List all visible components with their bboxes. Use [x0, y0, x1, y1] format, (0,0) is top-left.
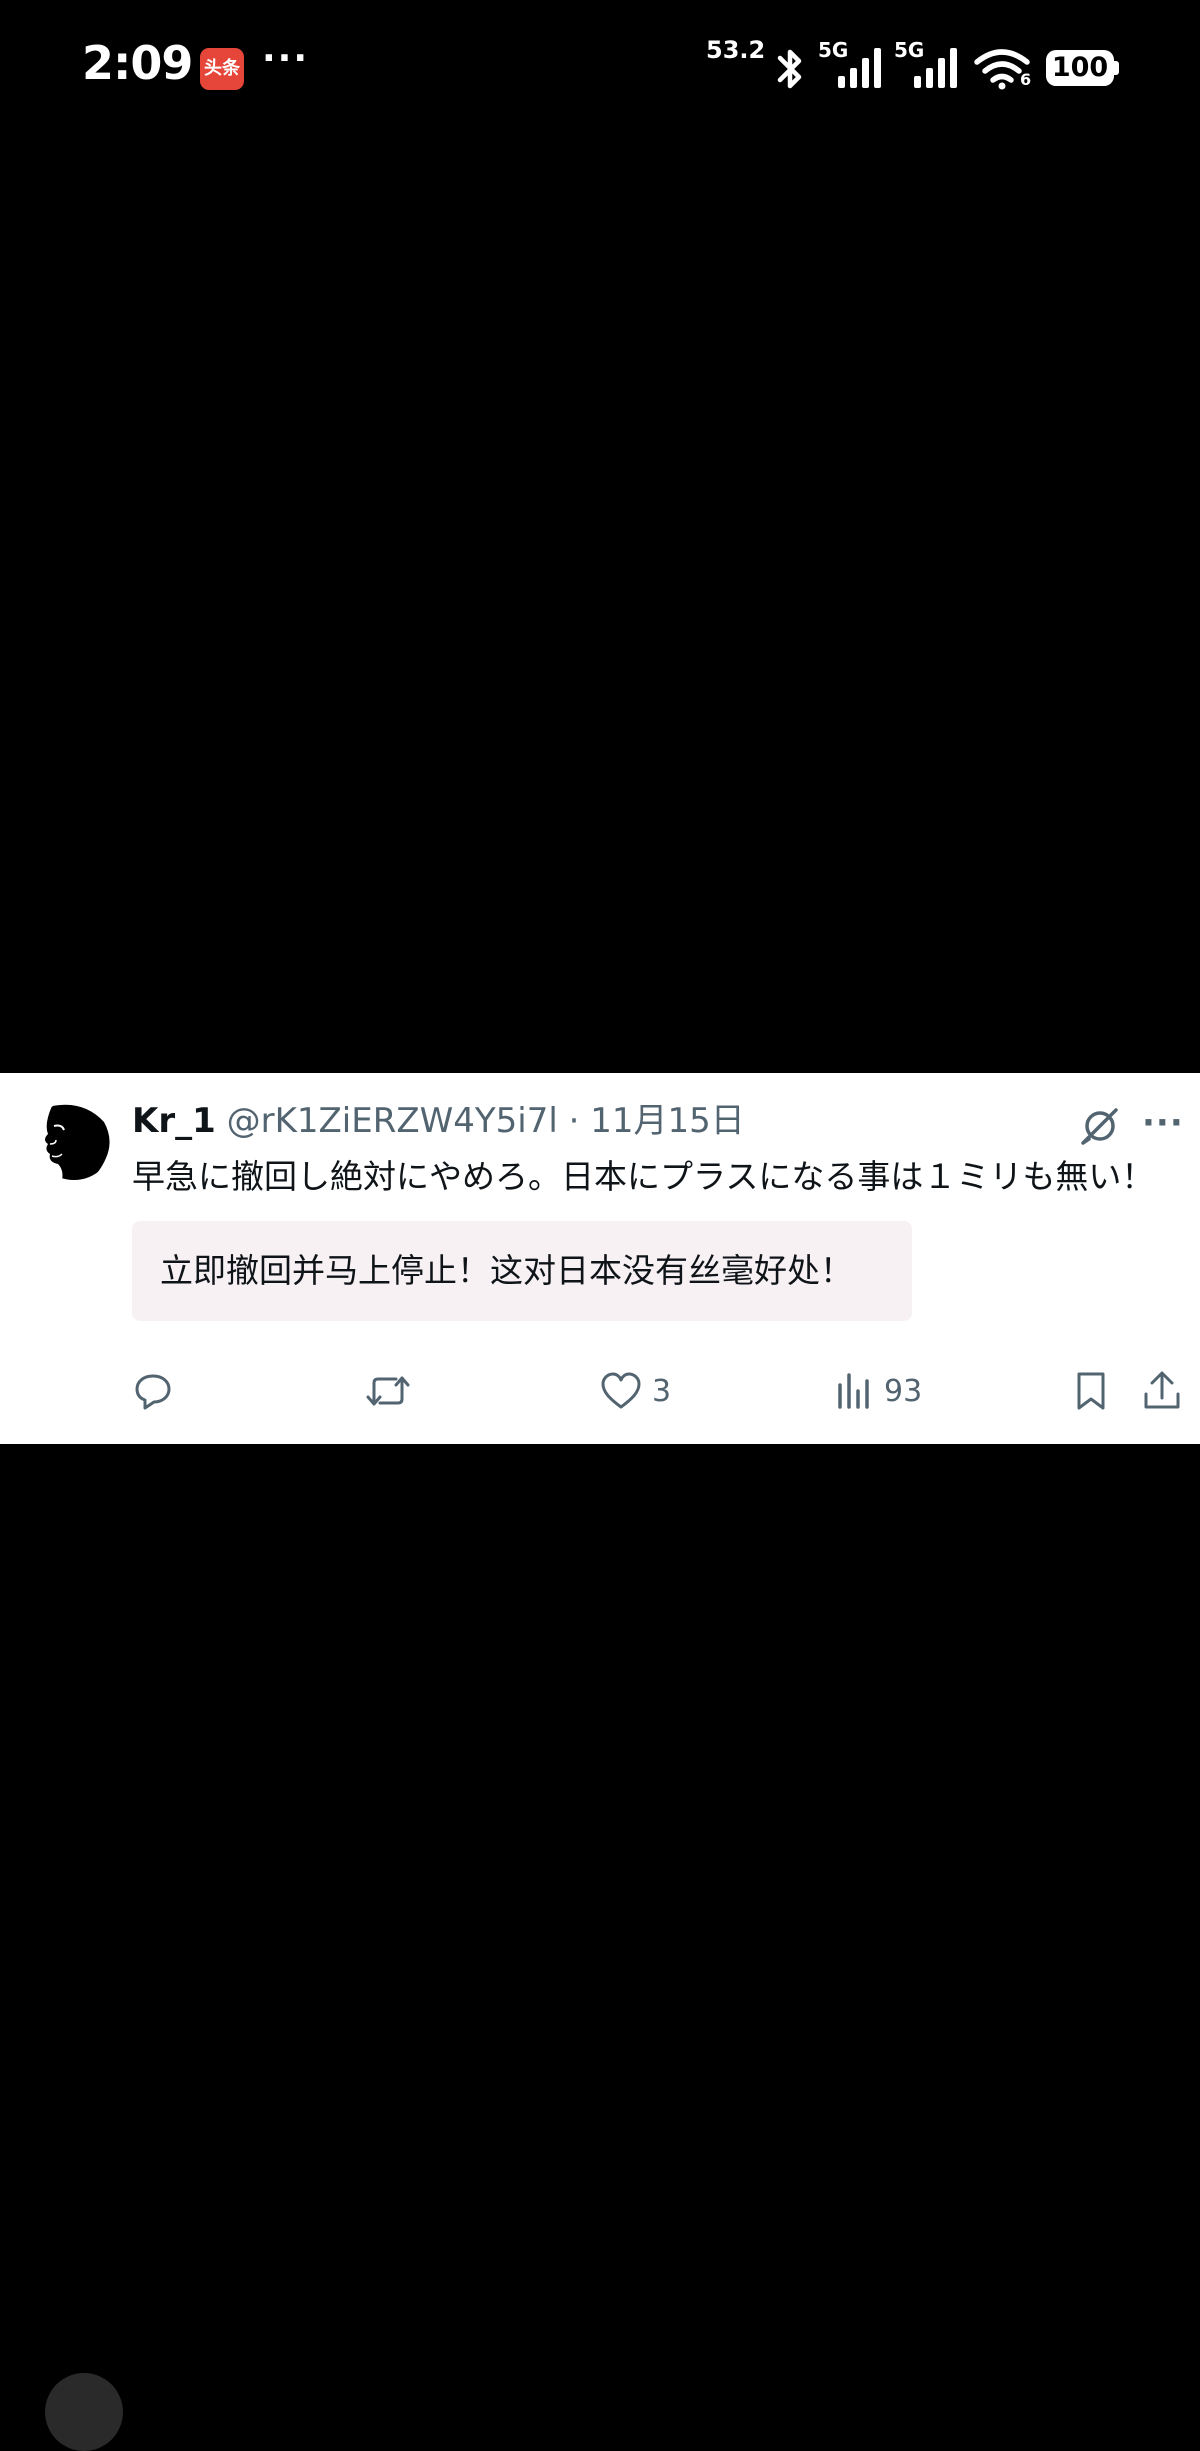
- network-speed-value: 53.2: [706, 36, 766, 64]
- bookmark-button[interactable]: [1074, 1369, 1108, 1413]
- reply-button[interactable]: [133, 1369, 183, 1413]
- avatar-silhouette-icon: [34, 1100, 114, 1180]
- tweet-date[interactable]: 11月15日: [590, 1101, 745, 1141]
- network-speed: 53.2: [706, 36, 766, 64]
- tweet-text: 早急に撤回し絶対にやめろ。日本にプラスになる事は１ミリも無い！: [132, 1157, 1155, 1196]
- views-count: 93: [884, 1373, 923, 1409]
- notification-more-icon: ···: [262, 38, 310, 79]
- reply-icon: [135, 1374, 171, 1410]
- more-icon[interactable]: ···: [1142, 1103, 1184, 1143]
- toutiao-app-icon: 头条: [200, 48, 244, 90]
- status-bar: 2:09 头条 ··· 53.2 5G 5G 6 100: [0, 0, 1200, 140]
- bluetooth-icon: [777, 49, 802, 89]
- views-icon: [838, 1373, 869, 1409]
- author-name[interactable]: Kr_1: [132, 1101, 216, 1141]
- like-count: 3: [652, 1373, 672, 1409]
- share-icon: [1144, 1371, 1180, 1409]
- retweet-button[interactable]: [366, 1369, 420, 1413]
- tweet-header: Kr_1 @rK1ZiERZW4Y5i7l · 11月15日: [132, 1101, 745, 1141]
- views-button[interactable]: 93: [836, 1369, 922, 1413]
- battery-tip: [1114, 61, 1119, 75]
- battery-icon: 100: [1046, 50, 1114, 86]
- wifi-badge: 6: [1020, 70, 1032, 89]
- retweet-icon: [366, 1376, 410, 1406]
- status-time: 2:09: [82, 36, 193, 90]
- bookmark-icon: [1077, 1372, 1105, 1410]
- floating-button[interactable]: [45, 2373, 123, 2451]
- author-handle[interactable]: @rK1ZiERZW4Y5i7l: [227, 1101, 558, 1141]
- signal-icon: [914, 48, 957, 88]
- translation-box: 立即撤回并马上停止！这对日本没有丝毫好处！: [132, 1221, 912, 1321]
- header-separator: ·: [568, 1101, 580, 1141]
- translation-text: 立即撤回并马上停止！这对日本没有丝毫好处！: [160, 1251, 853, 1290]
- like-icon: [601, 1372, 641, 1409]
- share-button[interactable]: [1142, 1369, 1182, 1413]
- tweet-card[interactable]: Kr_1 @rK1ZiERZW4Y5i7l · 11月15日 ··· 早急に撤回…: [0, 1073, 1200, 1444]
- like-button[interactable]: 3: [600, 1369, 671, 1413]
- avatar[interactable]: [34, 1100, 114, 1180]
- signal-icon: [838, 48, 881, 88]
- grok-icon[interactable]: [1080, 1106, 1120, 1146]
